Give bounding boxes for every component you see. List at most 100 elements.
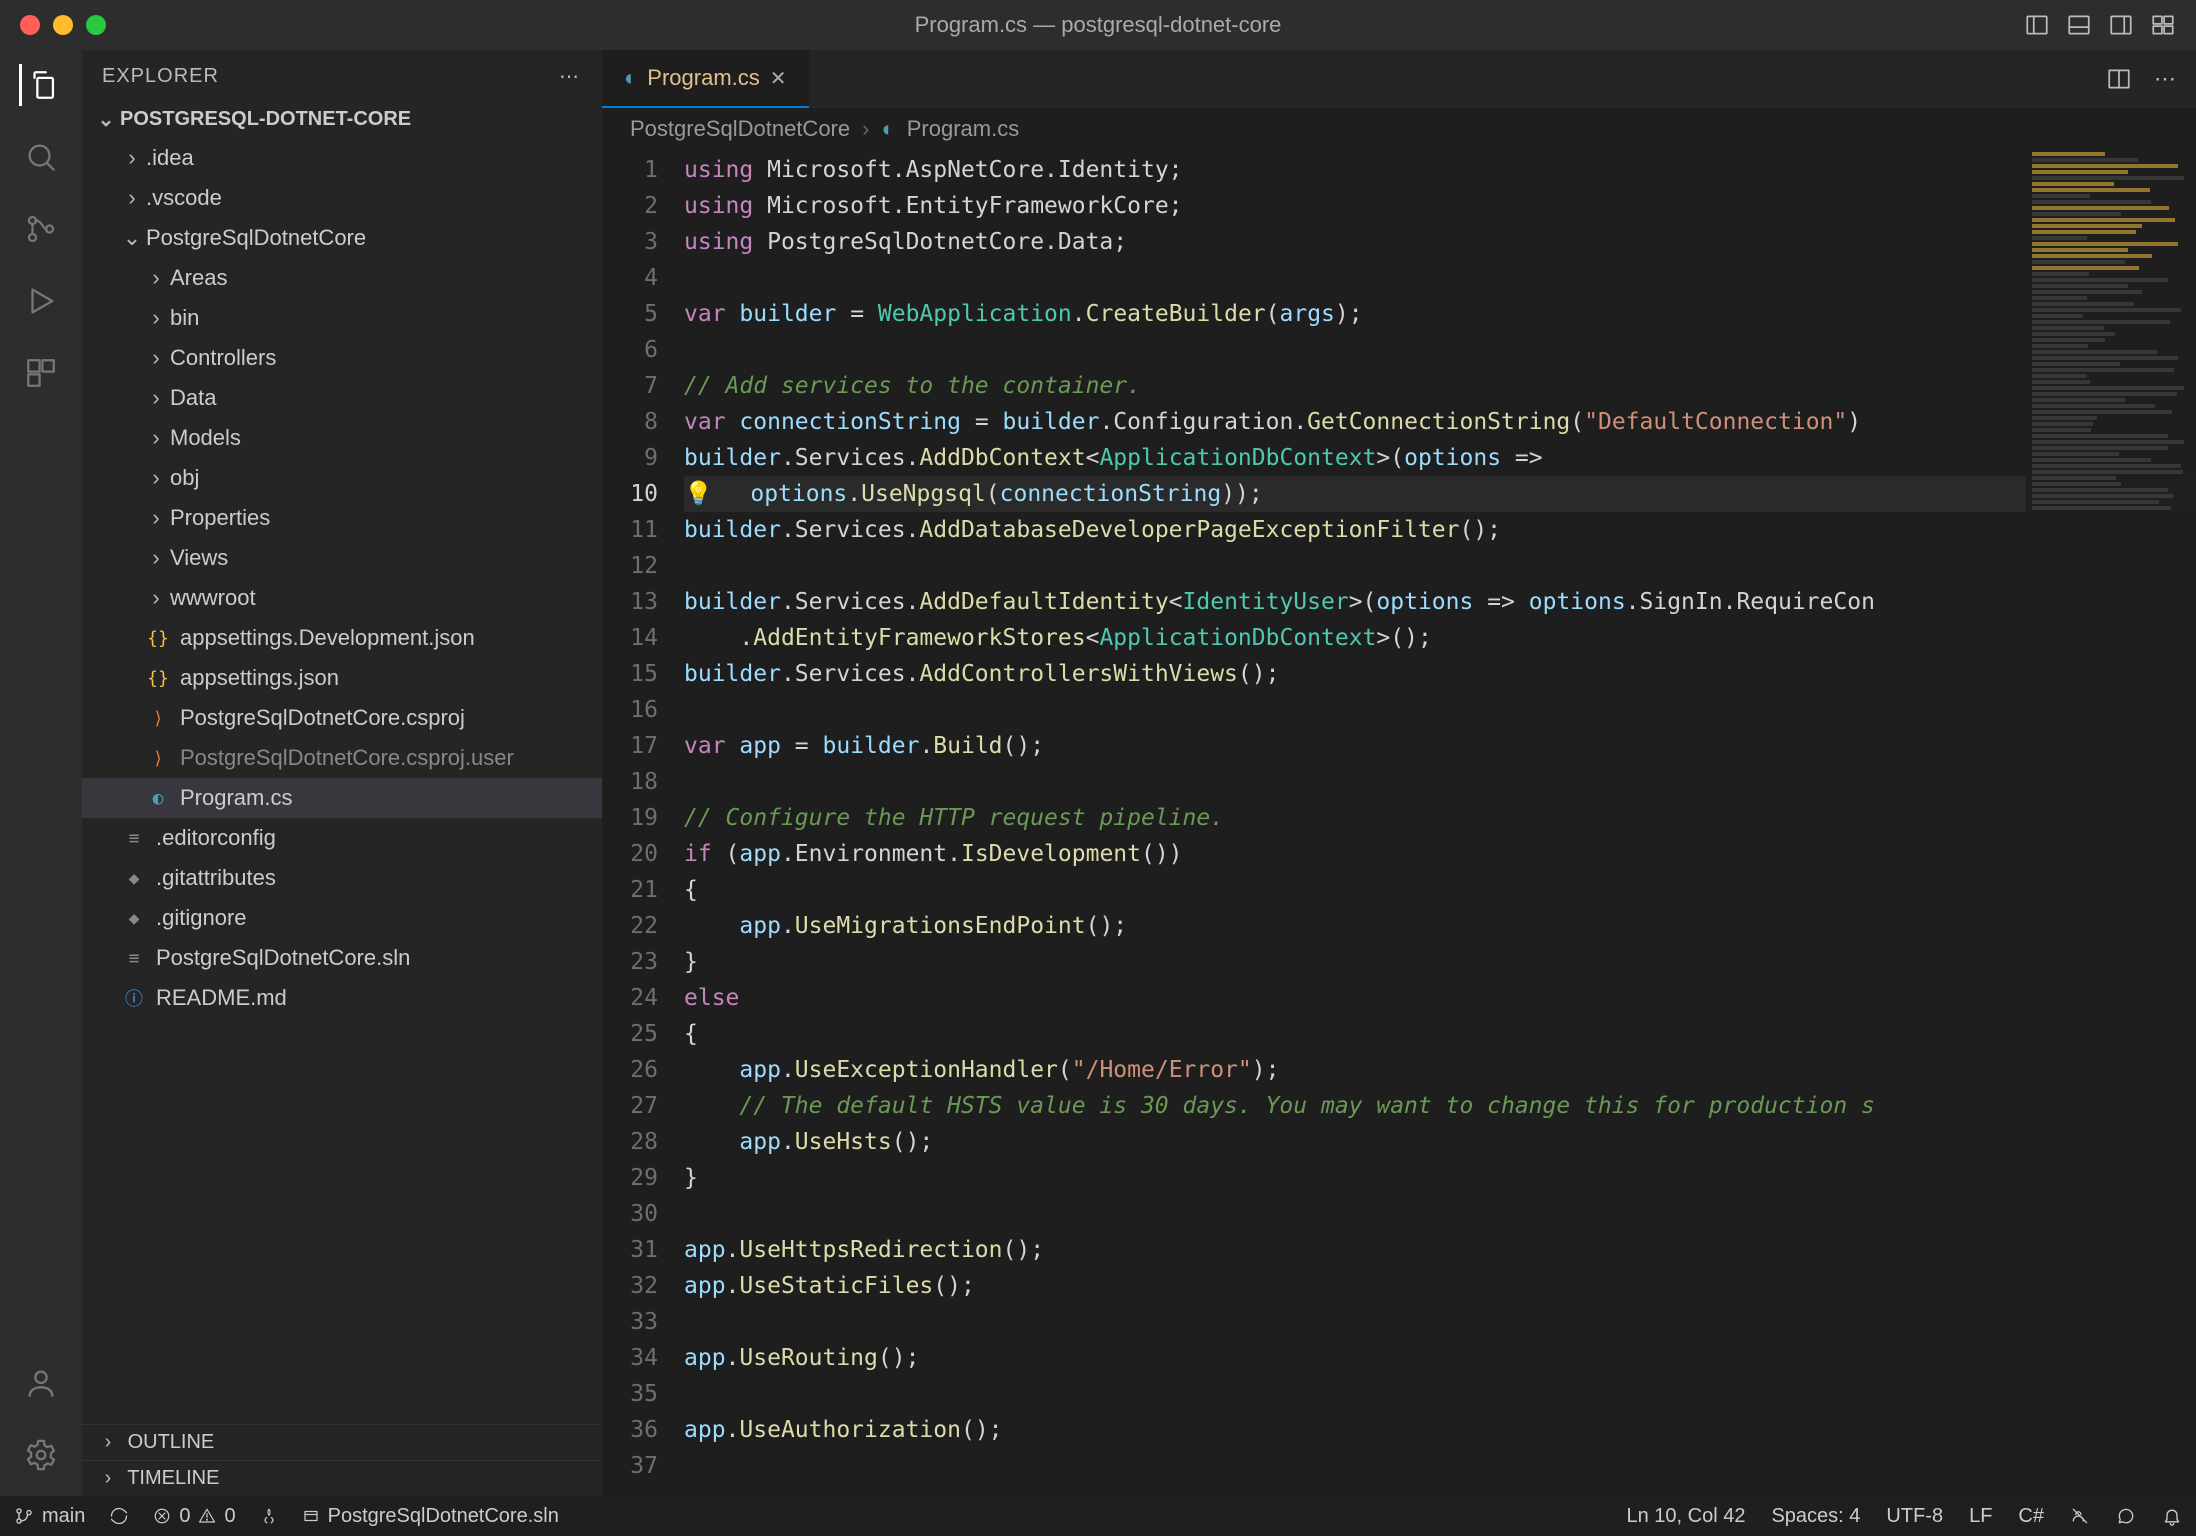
tree-item-label: bin xyxy=(170,305,199,331)
close-tab-icon[interactable]: ✕ xyxy=(770,66,787,91)
tab-label: Program.cs xyxy=(647,65,759,91)
accounts-activity[interactable] xyxy=(20,1362,62,1404)
layout-grid-icon[interactable] xyxy=(2150,12,2176,38)
debug-activity[interactable] xyxy=(20,280,62,322)
extensions-activity[interactable] xyxy=(20,352,62,394)
breadcrumb-file[interactable]: Program.cs xyxy=(907,116,1019,142)
panel-left-icon[interactable] xyxy=(2024,12,2050,38)
file-row[interactable]: ◐ Program.cs xyxy=(82,778,602,818)
file-row[interactable]: ≡ PostgreSqlDotnetCore.sln xyxy=(82,938,602,978)
panel-bottom-icon[interactable] xyxy=(2066,12,2092,38)
search-activity[interactable] xyxy=(20,136,62,178)
chevron-icon xyxy=(146,385,166,411)
sidebar: EXPLORER ⋯ POSTGRESQL-DOTNET-CORE .idea.… xyxy=(82,50,602,1496)
file-tree: .idea.vscodePostgreSqlDotnetCoreAreas bin… xyxy=(82,136,602,1424)
line-number-gutter: 1234567891011121314151617181920212223242… xyxy=(602,150,672,1496)
notifications-icon[interactable] xyxy=(2162,1505,2182,1528)
indentation-status[interactable]: Spaces: 4 xyxy=(1771,1505,1860,1528)
folder-row[interactable]: Views xyxy=(82,538,602,578)
chevron-right-icon xyxy=(98,1431,118,1454)
debug-target-status[interactable] xyxy=(260,1507,278,1525)
cs-file-icon: ◐ xyxy=(146,788,170,809)
csproj-file-icon: ⟩ xyxy=(146,748,170,769)
chevron-icon xyxy=(122,185,142,211)
file-row[interactable]: ◆ .gitignore xyxy=(82,898,602,938)
folder-row[interactable]: .vscode xyxy=(82,178,602,218)
tree-item-label: appsettings.json xyxy=(180,665,339,691)
folder-row[interactable]: bin xyxy=(82,298,602,338)
tree-item-label: Views xyxy=(170,545,228,571)
split-editor-icon[interactable] xyxy=(2106,66,2132,92)
branch-status[interactable]: main xyxy=(14,1505,85,1528)
warning-count: 0 xyxy=(224,1505,235,1528)
folder-row[interactable]: wwwroot xyxy=(82,578,602,618)
folder-row[interactable]: Areas xyxy=(82,258,602,298)
file-row[interactable]: ⟩ PostgreSqlDotnetCore.csproj.user xyxy=(82,738,602,778)
tree-item-label: Program.cs xyxy=(180,785,292,811)
code-editor[interactable]: 1234567891011121314151617181920212223242… xyxy=(602,150,2196,1496)
chevron-icon xyxy=(146,465,166,491)
tree-item-label: PostgreSqlDotnetCore.csproj xyxy=(180,705,465,731)
branch-name: main xyxy=(42,1505,85,1528)
problems-status[interactable]: 0 0 xyxy=(153,1505,235,1528)
root-folder-row[interactable]: POSTGRESQL-DOTNET-CORE xyxy=(82,103,602,136)
folder-row[interactable]: Models xyxy=(82,418,602,458)
language-status[interactable]: C# xyxy=(2018,1505,2044,1528)
minimize-window-button[interactable] xyxy=(53,15,73,35)
file-row[interactable]: ≡.editorconfig xyxy=(82,818,602,858)
solution-name: PostgreSqlDotnetCore.sln xyxy=(328,1505,559,1528)
folder-row[interactable]: Properties xyxy=(82,498,602,538)
editor-area: ◐ Program.cs ✕ ⋯ PostgreSqlDotnetCore › … xyxy=(602,50,2196,1496)
encoding-status[interactable]: UTF-8 xyxy=(1886,1505,1943,1528)
breadcrumb[interactable]: PostgreSqlDotnetCore › ◐ Program.cs xyxy=(602,108,2196,150)
breadcrumb-folder[interactable]: PostgreSqlDotnetCore xyxy=(630,116,850,142)
source-control-activity[interactable] xyxy=(20,208,62,250)
chevron-icon xyxy=(122,225,142,251)
outline-section[interactable]: OUTLINE xyxy=(82,1424,602,1460)
tree-item-label: .gitignore xyxy=(156,905,247,931)
tree-item-label: PostgreSqlDotnetCore.csproj.user xyxy=(180,745,514,771)
eol-status[interactable]: LF xyxy=(1969,1505,1992,1528)
tree-item-label: .gitattributes xyxy=(156,865,276,891)
feedback-icon[interactable] xyxy=(2116,1505,2136,1528)
file-row[interactable]: {}appsettings.Development.json xyxy=(82,618,602,658)
chevron-icon xyxy=(146,345,166,371)
diamond-file-icon: ◆ xyxy=(122,908,146,929)
info-file-icon: ⓘ xyxy=(122,985,146,1011)
tree-item-label: README.md xyxy=(156,985,287,1011)
csharp-file-icon: ◐ xyxy=(624,65,637,91)
titlebar: Program.cs — postgresql-dotnet-core xyxy=(0,0,2196,50)
more-actions-icon[interactable]: ⋯ xyxy=(2154,66,2176,92)
file-row[interactable]: ⟩PostgreSqlDotnetCore.csproj xyxy=(82,698,602,738)
close-window-button[interactable] xyxy=(20,15,40,35)
settings-activity[interactable] xyxy=(20,1434,62,1476)
maximize-window-button[interactable] xyxy=(86,15,106,35)
panel-right-icon[interactable] xyxy=(2108,12,2134,38)
tree-item-label: obj xyxy=(170,465,199,491)
gear-file-icon: ≡ xyxy=(122,948,146,969)
tab-program-cs[interactable]: ◐ Program.cs ✕ xyxy=(602,50,809,108)
activity-bar xyxy=(0,50,82,1496)
remote-status-icon[interactable] xyxy=(2070,1505,2090,1528)
tab-bar: ◐ Program.cs ✕ ⋯ xyxy=(602,50,2196,108)
tree-item-label: PostgreSqlDotnetCore.sln xyxy=(156,945,410,971)
sync-status[interactable] xyxy=(109,1506,129,1526)
status-bar: main 0 0 PostgreSqlDotnetCore.sln Ln 10,… xyxy=(0,1496,2196,1536)
tree-item-label: Controllers xyxy=(170,345,276,371)
file-row[interactable]: ⓘ README.md xyxy=(82,978,602,1018)
file-row[interactable]: ◆.gitattributes xyxy=(82,858,602,898)
code-content[interactable]: using Microsoft.AspNetCore.Identity;usin… xyxy=(672,150,2196,1496)
file-row[interactable]: {}appsettings.json xyxy=(82,658,602,698)
cursor-position-status[interactable]: Ln 10, Col 42 xyxy=(1626,1505,1745,1528)
folder-row[interactable]: Data xyxy=(82,378,602,418)
folder-row[interactable]: Controllers xyxy=(82,338,602,378)
explorer-activity[interactable] xyxy=(19,64,61,106)
folder-row[interactable]: .idea xyxy=(82,138,602,178)
explorer-more-icon[interactable]: ⋯ xyxy=(559,64,582,89)
minimap[interactable] xyxy=(2026,150,2196,1496)
folder-row[interactable]: obj xyxy=(82,458,602,498)
folder-row[interactable]: PostgreSqlDotnetCore xyxy=(82,218,602,258)
solution-status[interactable]: PostgreSqlDotnetCore.sln xyxy=(302,1505,559,1528)
window-controls xyxy=(20,15,106,35)
timeline-section[interactable]: TIMELINE xyxy=(82,1460,602,1496)
